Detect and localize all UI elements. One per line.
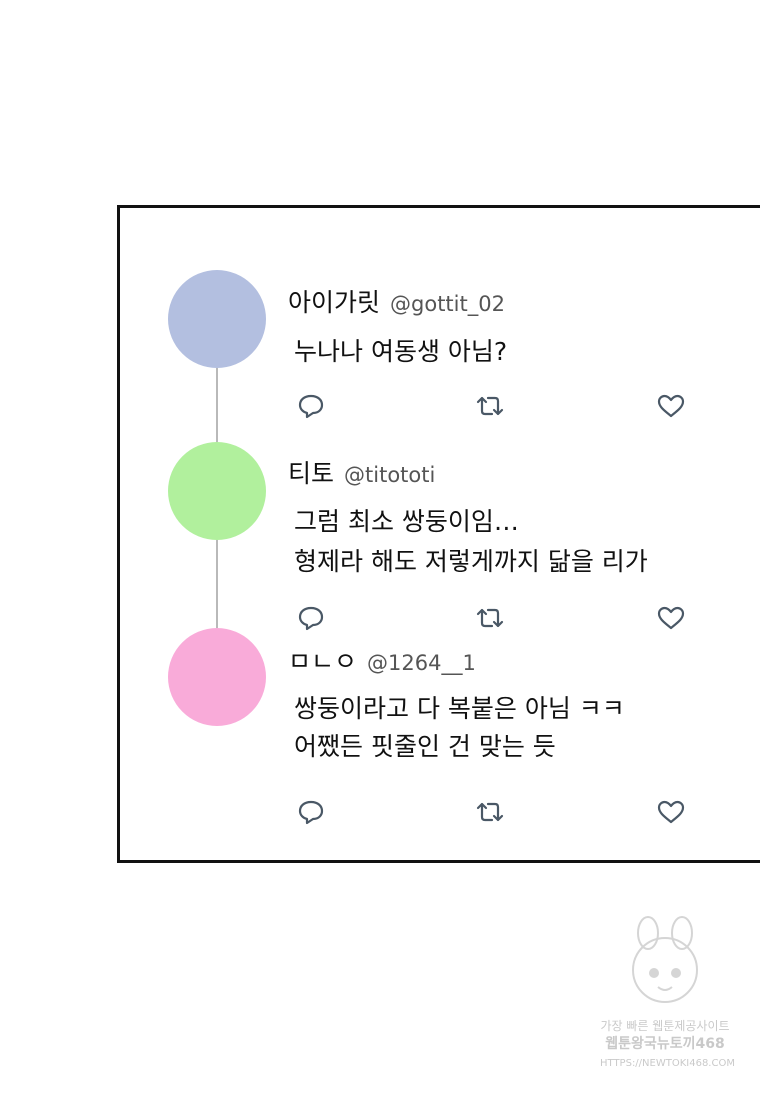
avatar[interactable]: [168, 442, 266, 540]
retweet-icon: [476, 396, 504, 416]
watermark-mascot-icon: [632, 916, 698, 1003]
reply-button[interactable]: [296, 605, 326, 631]
heart-icon: [657, 606, 685, 630]
watermark: 가장 빠른 웹툰제공사이트 웹툰왕국뉴토끼468 HTTPS://NEWTOKI…: [600, 915, 735, 1085]
thread-connector: [216, 368, 218, 442]
reply-icon: [298, 606, 324, 631]
post-text-line: 어쨌든 핏줄인 건 맞는 듯: [294, 732, 556, 761]
display-name[interactable]: 아이가릿: [288, 288, 380, 317]
retweet-icon: [476, 608, 504, 628]
retweet-icon: [476, 802, 504, 822]
reply-button[interactable]: [296, 393, 326, 419]
watermark-line: 웹툰왕국뉴토끼468: [605, 1036, 725, 1052]
retweet-button[interactable]: [475, 799, 505, 825]
post-header: 아이가릿 @gottit_02: [288, 283, 505, 319]
post-text-line: 그럼 최소 쌍둥이임…: [294, 507, 519, 536]
user-handle[interactable]: @gottit_02: [390, 292, 505, 316]
reply-button[interactable]: [296, 799, 326, 825]
avatar[interactable]: [168, 628, 266, 726]
display-name[interactable]: ㅁㄴㅇ: [288, 647, 357, 676]
post-header: ㅁㄴㅇ @1264__1: [288, 642, 476, 678]
reply-icon: [298, 394, 324, 419]
post-text: 그럼 최소 쌍둥이임… 형제라 해도 저렇게까지 닮을 리가: [294, 505, 648, 579]
post-text-line: 누나나 여동생 아님?: [294, 337, 508, 366]
thread-connector: [216, 540, 218, 628]
watermark-line: HTTPS://NEWTOKI468.COM: [600, 1058, 735, 1069]
post-text-line: 쌍둥이라고 다 복붙은 아님 ㅋㅋ: [294, 694, 625, 723]
like-button[interactable]: [656, 605, 686, 631]
watermark-line: 가장 빠른 웹툰제공사이트: [600, 1019, 730, 1033]
heart-icon: [657, 394, 685, 418]
retweet-button[interactable]: [475, 393, 505, 419]
post-text-line: 형제라 해도 저렇게까지 닮을 리가: [294, 547, 648, 576]
like-button[interactable]: [656, 799, 686, 825]
like-button[interactable]: [656, 393, 686, 419]
user-handle[interactable]: @1264__1: [367, 651, 476, 675]
post-header: 티토 @titototi: [288, 454, 435, 490]
user-handle[interactable]: @titototi: [344, 463, 435, 487]
post-text: 누나나 여동생 아님?: [294, 335, 507, 369]
avatar[interactable]: [168, 270, 266, 368]
display-name[interactable]: 티토: [288, 459, 334, 488]
retweet-button[interactable]: [475, 605, 505, 631]
reply-icon: [298, 800, 324, 825]
heart-icon: [657, 800, 685, 824]
post-text: 쌍둥이라고 다 복붙은 아님 ㅋㅋ 어쨌든 핏줄인 건 맞는 듯: [294, 692, 625, 764]
